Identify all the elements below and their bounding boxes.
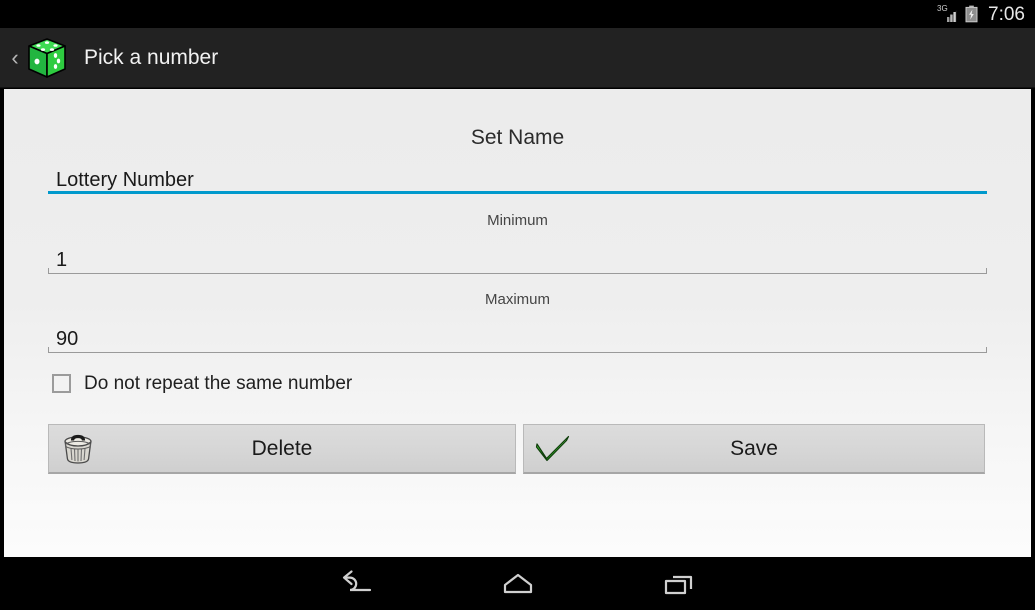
navigation-bar xyxy=(0,557,1035,610)
maximum-underline xyxy=(48,347,987,353)
trash-can-icon xyxy=(59,430,97,468)
network-type-label: 3G xyxy=(937,4,948,13)
maximum-input[interactable]: 90 xyxy=(48,319,987,353)
save-button-label: Save xyxy=(730,437,778,460)
signal-3g-icon: 3G xyxy=(937,5,959,23)
set-name-label: Set Name xyxy=(470,126,565,149)
green-checkmark-icon xyxy=(534,430,572,468)
action-button-row: Delete Save xyxy=(48,424,988,474)
delete-button-label: Delete xyxy=(251,437,313,460)
form-content: Set Name Lottery Number Minimum 1 Maximu… xyxy=(4,89,1031,557)
field-minimum: Minimum 1 xyxy=(4,213,1031,274)
nav-back-icon[interactable] xyxy=(334,564,380,604)
nav-recents-icon[interactable] xyxy=(656,564,702,604)
maximum-label: Maximum xyxy=(484,291,550,308)
status-bar: 3G 7:06 xyxy=(0,0,1035,28)
set-name-value: Lottery Number xyxy=(56,169,194,191)
back-chevron-icon[interactable]: ‹ xyxy=(6,46,24,69)
minimum-label: Minimum xyxy=(487,212,548,229)
maximum-value: 90 xyxy=(56,328,79,350)
field-set-name: Set Name Lottery Number xyxy=(4,127,1031,194)
minimum-underline xyxy=(48,268,987,274)
no-repeat-label: Do not repeat the same number xyxy=(84,373,353,394)
android-screen: 3G 7:06 ‹ Pick a number Set Name Lottery… xyxy=(0,0,1035,610)
dice-icon xyxy=(24,35,70,81)
field-maximum: Maximum 90 xyxy=(4,292,1031,353)
delete-button[interactable]: Delete xyxy=(48,424,516,474)
no-repeat-checkbox-row[interactable]: Do not repeat the same number xyxy=(52,374,352,393)
save-button[interactable]: Save xyxy=(523,424,985,474)
battery-charging-icon xyxy=(965,5,978,23)
status-clock: 7:06 xyxy=(988,3,1025,25)
no-repeat-checkbox[interactable] xyxy=(52,374,71,393)
action-bar: ‹ Pick a number xyxy=(0,28,1035,88)
set-name-input[interactable]: Lottery Number xyxy=(48,160,987,194)
minimum-input[interactable]: 1 xyxy=(48,240,987,274)
minimum-value: 1 xyxy=(56,249,68,271)
nav-home-icon[interactable] xyxy=(495,564,541,604)
page-title: Pick a number xyxy=(84,46,219,69)
set-name-underline-focused xyxy=(48,191,987,194)
status-icons: 3G 7:06 xyxy=(937,5,1025,24)
